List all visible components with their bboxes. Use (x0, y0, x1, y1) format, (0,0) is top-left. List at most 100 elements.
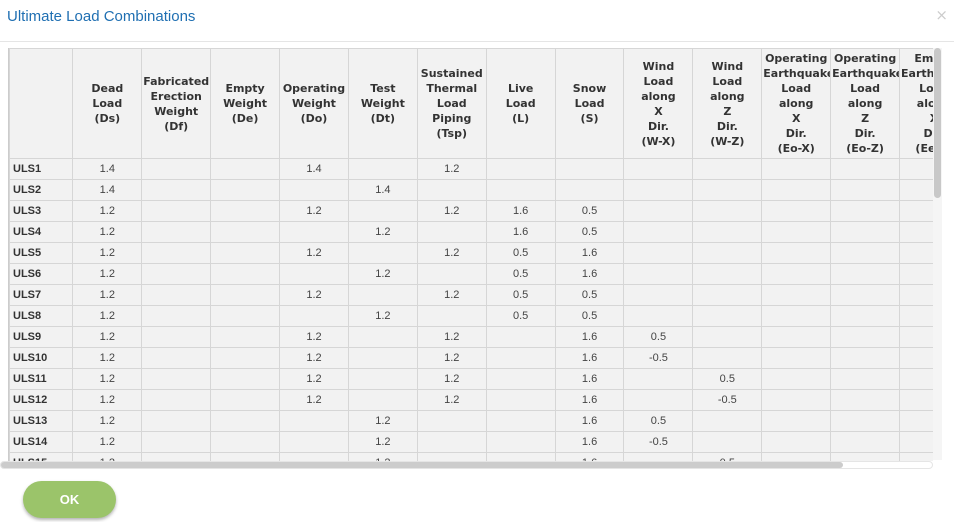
cell-factor: 1.6 (485, 200, 556, 222)
cell-factor (210, 452, 281, 461)
cell-factor (830, 200, 901, 222)
cell-factor (830, 389, 901, 411)
vertical-scrollbar[interactable] (933, 48, 942, 460)
cell-factor: 1.2 (347, 431, 418, 453)
cell-factor (416, 305, 487, 327)
horizontal-scroll-thumb[interactable] (1, 462, 843, 468)
cell-factor: 1.6 (554, 326, 625, 348)
cell-factor (347, 158, 418, 180)
table-row[interactable]: ULS6 1.2 1.2 0.5 1.6 (9, 263, 933, 285)
cell-factor: 1.4 (279, 158, 349, 180)
table-row[interactable]: ULS10 1.2 1.2 1.2 1.6 -0.5 (9, 347, 933, 369)
cell-factor (141, 389, 212, 411)
cell-factor (899, 410, 933, 432)
cell-factor: 0.5 (623, 410, 694, 432)
cell-factor (623, 389, 694, 411)
cell-factor: 1.2 (72, 284, 143, 306)
cell-factor (141, 158, 212, 180)
cell-factor: 1.6 (554, 431, 625, 453)
cell-factor (623, 200, 694, 222)
table-row[interactable]: ULS9 1.2 1.2 1.2 1.6 0.5 (9, 326, 933, 348)
table-row[interactable]: ULS3 1.2 1.2 1.2 1.6 0.5 (9, 200, 933, 222)
cell-factor: 1.2 (72, 347, 143, 369)
divider (0, 41, 954, 42)
cell-factor (141, 221, 212, 243)
cell-factor: 0.5 (554, 200, 625, 222)
cell-factor (830, 305, 901, 327)
table-row[interactable]: ULS5 1.2 1.2 1.2 0.5 1.6 (9, 242, 933, 264)
cell-factor: 1.2 (279, 242, 349, 264)
table-row[interactable]: ULS12 1.2 1.2 1.2 1.6 -0.5 (9, 389, 933, 411)
cell-factor (830, 452, 901, 461)
cell-factor (692, 410, 763, 432)
table-row[interactable]: ULS1 1.4 1.4 1.2 (9, 158, 933, 180)
horizontal-scrollbar[interactable] (0, 461, 933, 469)
cell-factor: 1.2 (416, 158, 487, 180)
cell-factor (692, 347, 763, 369)
cell-factor (210, 284, 281, 306)
cell-factor: 1.2 (416, 389, 487, 411)
cell-factor: 1.2 (72, 326, 143, 348)
cell-factor (141, 242, 212, 264)
ok-button[interactable]: OK (23, 481, 116, 518)
cell-factor (279, 179, 349, 201)
cell-factor (761, 431, 832, 453)
cell-factor (347, 200, 418, 222)
cell-factor: 0.5 (485, 284, 556, 306)
cell-factor (210, 389, 281, 411)
cell-factor (210, 347, 281, 369)
cell-factor: 0.5 (623, 326, 694, 348)
cell-factor: 1.2 (347, 452, 418, 461)
load-combinations-grid: Dead Load (Ds) Fabricated Erection Weight… (8, 48, 933, 461)
row-label: ULS13 (9, 410, 74, 432)
cell-factor: 1.2 (279, 389, 349, 411)
cell-factor: 1.2 (416, 242, 487, 264)
cell-factor (210, 221, 281, 243)
cell-factor (141, 368, 212, 390)
cell-factor: 1.2 (416, 347, 487, 369)
cell-factor (761, 347, 832, 369)
cell-factor (761, 200, 832, 222)
cell-factor (485, 368, 556, 390)
table-row[interactable]: ULS2 1.4 1.4 (9, 179, 933, 201)
table-row[interactable]: ULS11 1.2 1.2 1.2 1.6 0.5 (9, 368, 933, 390)
cell-factor (141, 431, 212, 453)
cell-factor (899, 263, 933, 285)
close-icon[interactable]: × (935, 6, 948, 24)
cell-factor: 0.5 (554, 284, 625, 306)
cell-factor (279, 452, 349, 461)
cell-factor: 0.5 (692, 452, 763, 461)
table-row[interactable]: ULS151.21.21.60.5 (9, 452, 933, 461)
cell-factor (692, 305, 763, 327)
table-row[interactable]: ULS13 1.2 1.2 1.6 0.5 (9, 410, 933, 432)
cell-factor: 1.2 (72, 368, 143, 390)
cell-factor (623, 452, 694, 461)
cell-factor (692, 326, 763, 348)
cell-factor (830, 431, 901, 453)
cell-factor (761, 368, 832, 390)
cell-factor (485, 410, 556, 432)
cell-factor: 0.5 (485, 242, 556, 264)
cell-factor (899, 389, 933, 411)
cell-factor: 1.2 (72, 200, 143, 222)
cell-factor: 1.4 (72, 179, 143, 201)
cell-factor: 1.6 (554, 452, 625, 461)
cell-factor (141, 326, 212, 348)
cell-factor: 1.2 (279, 368, 349, 390)
table-row[interactable]: ULS4 1.2 1.2 1.6 0.5 (9, 221, 933, 243)
cell-factor (347, 242, 418, 264)
cell-factor (692, 221, 763, 243)
table-row[interactable]: ULS14 1.2 1.2 1.6 -0.5 (9, 431, 933, 453)
cell-factor: 1.4 (72, 158, 143, 180)
table-row[interactable]: ULS7 1.2 1.2 1.2 0.5 0.5 (9, 284, 933, 306)
cell-factor (623, 242, 694, 264)
cell-factor (692, 158, 763, 180)
table-row[interactable]: ULS8 1.2 1.2 0.5 0.5 (9, 305, 933, 327)
vertical-scroll-thumb[interactable] (934, 48, 941, 198)
cell-factor (899, 452, 933, 461)
cell-factor: 0.5 (554, 305, 625, 327)
column-header: Operating Earthquake Load along Z Dir. (… (830, 48, 901, 159)
cell-factor: 1.2 (279, 200, 349, 222)
column-header: Snow Load (S) (554, 48, 625, 159)
cell-factor (899, 326, 933, 348)
